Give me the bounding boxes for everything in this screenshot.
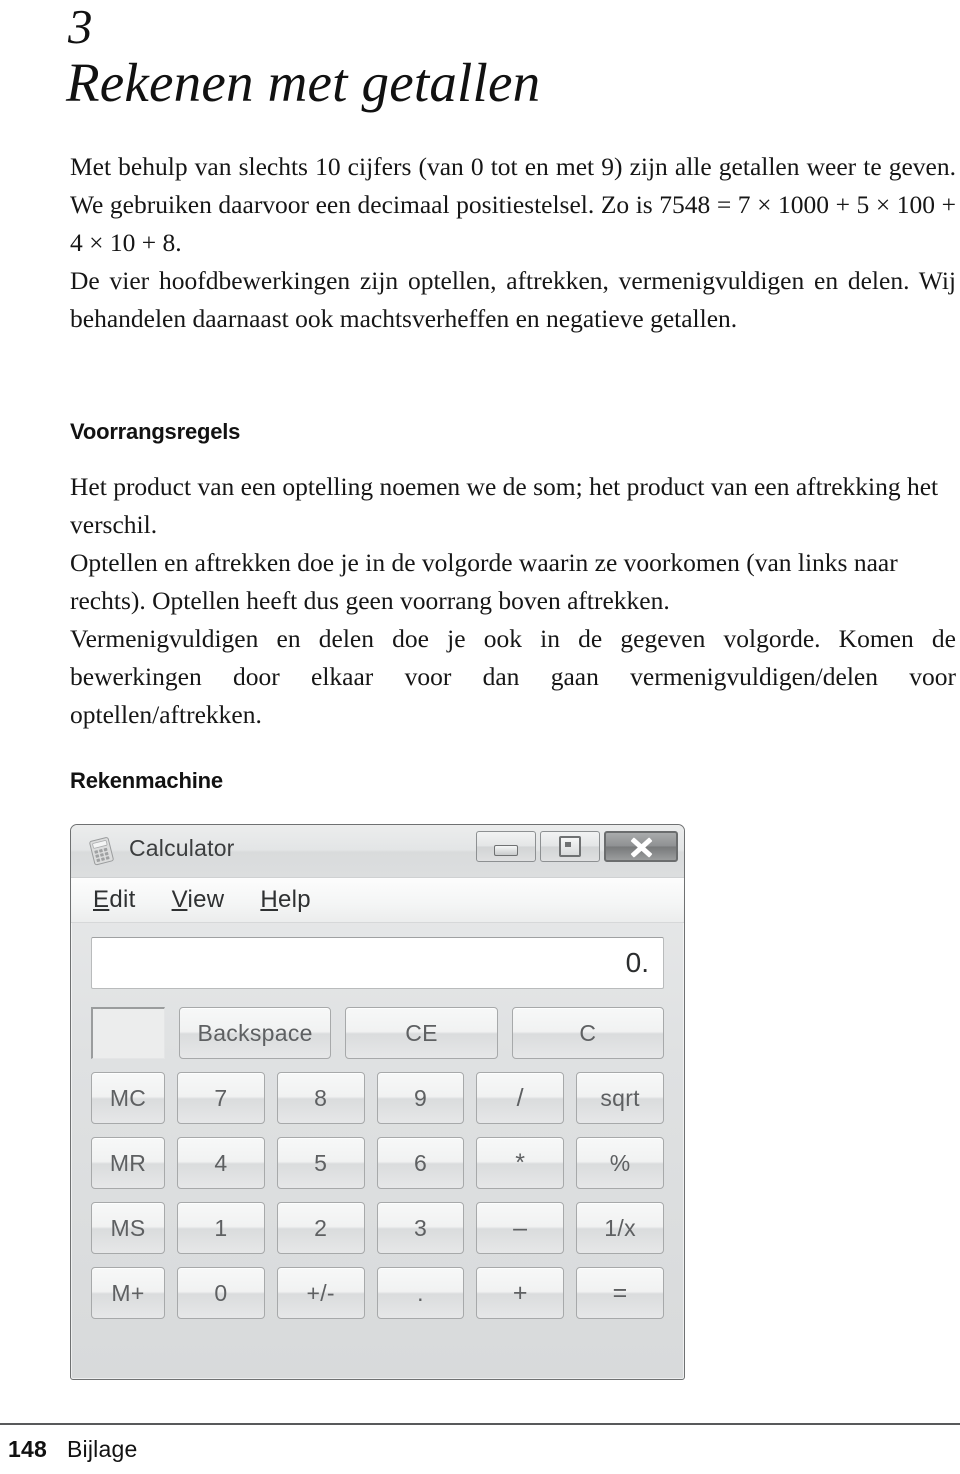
- voorrangsregels-heading: Voorrangsregels: [70, 419, 241, 444]
- calculator-icon: [87, 836, 117, 866]
- calculator-body: 0. Backspace CE C MC 7 8 9 / sqrt MR 4 5…: [71, 923, 684, 1337]
- calculator-row-4: M+ 0 +/- . + =: [91, 1267, 664, 1319]
- key-0[interactable]: 0: [177, 1267, 265, 1319]
- page-footer: 148 Bijlage: [8, 1436, 137, 1463]
- key-mr[interactable]: MR: [91, 1137, 165, 1189]
- key-multiply[interactable]: *: [476, 1137, 565, 1189]
- chapter-title: Rekenen met getallen: [66, 52, 541, 113]
- key-ms[interactable]: MS: [91, 1202, 165, 1254]
- key-plus[interactable]: +: [476, 1267, 565, 1319]
- key-6[interactable]: 6: [376, 1137, 465, 1189]
- calculator-row-2: MR 4 5 6 * %: [91, 1137, 664, 1189]
- page-number: 148: [8, 1436, 47, 1462]
- voorrangsregels-heading-block: Voorrangsregels: [70, 419, 956, 445]
- voorrangsregels-paragraph-2: Optellen en aftrekken doe je in de volgo…: [70, 548, 898, 615]
- menu-edit-accel: E: [93, 886, 110, 913]
- key-reciprocal[interactable]: 1/x: [576, 1202, 664, 1254]
- key-percent[interactable]: %: [576, 1137, 664, 1189]
- key-backspace[interactable]: Backspace: [179, 1007, 332, 1059]
- window-controls: [476, 831, 678, 862]
- footer-divider: [0, 1423, 960, 1425]
- key-5[interactable]: 5: [276, 1137, 365, 1189]
- minimize-icon: [494, 845, 518, 856]
- intro-block: Met behulp van slechts 10 cijfers (van 0…: [70, 148, 956, 338]
- minimize-button[interactable]: [476, 831, 536, 862]
- key-sign[interactable]: +/-: [276, 1267, 365, 1319]
- close-button[interactable]: [604, 831, 678, 862]
- voorrangsregels-paragraph-3: Vermenigvuldigen en delen doe je ook in …: [70, 624, 956, 729]
- maximize-button[interactable]: [540, 831, 600, 862]
- menu-help-accel: H: [260, 886, 278, 913]
- key-decimal[interactable]: .: [376, 1267, 465, 1319]
- key-8[interactable]: 8: [276, 1072, 365, 1124]
- key-m-plus[interactable]: M+: [91, 1267, 165, 1319]
- intro-paragraph-2: De vier hoofdbewerkingen zijn optellen, …: [70, 266, 956, 333]
- menu-item-help[interactable]: Help: [260, 886, 311, 914]
- key-ce[interactable]: CE: [345, 1007, 498, 1059]
- calculator-row-top: Backspace CE C: [91, 1007, 664, 1059]
- rekenmachine-heading-block: Rekenmachine: [70, 768, 956, 794]
- key-minus[interactable]: –: [476, 1202, 565, 1254]
- maximize-icon: [559, 836, 581, 857]
- menu-help-rest: elp: [278, 886, 311, 913]
- footer-section-label: Bijlage: [66, 1436, 138, 1462]
- key-3[interactable]: 3: [376, 1202, 465, 1254]
- calculator-menubar: Edit View Help: [71, 878, 684, 923]
- key-9[interactable]: 9: [376, 1072, 465, 1124]
- key-mc[interactable]: MC: [91, 1072, 165, 1124]
- memory-indicator: [91, 1007, 165, 1059]
- menu-item-view[interactable]: View: [172, 886, 225, 914]
- calculator-row-1: MC 7 8 9 / sqrt: [91, 1072, 664, 1124]
- key-2[interactable]: 2: [276, 1202, 365, 1254]
- calculator-titlebar: Calculator: [71, 825, 684, 878]
- key-equals[interactable]: =: [576, 1267, 664, 1319]
- menu-view-accel: V: [171, 886, 188, 913]
- key-divide[interactable]: /: [476, 1072, 565, 1124]
- menu-item-edit[interactable]: Edit: [93, 886, 136, 914]
- calculator-window: Calculator Edit View Help 0. Backspace C…: [70, 824, 685, 1380]
- close-icon: [628, 835, 654, 859]
- calculator-window-title: Calculator: [129, 835, 235, 861]
- chapter-number: 3: [68, 0, 93, 54]
- key-sqrt[interactable]: sqrt: [576, 1072, 664, 1124]
- voorrangsregels-block: Het product van een optelling noemen we …: [70, 468, 956, 734]
- menu-view-rest: iew: [187, 886, 225, 913]
- calculator-display: 0.: [91, 937, 664, 989]
- calculator-row-3: MS 1 2 3 – 1/x: [91, 1202, 664, 1254]
- key-4[interactable]: 4: [177, 1137, 265, 1189]
- menu-edit-rest: dit: [109, 886, 136, 913]
- intro-paragraph-1: Met behulp van slechts 10 cijfers (van 0…: [70, 152, 956, 257]
- key-c[interactable]: C: [511, 1007, 664, 1059]
- voorrangsregels-paragraph-1: Het product van een optelling noemen we …: [70, 472, 939, 539]
- document-page: 3 Rekenen met getallen Met behulp van sl…: [0, 0, 960, 1474]
- key-7[interactable]: 7: [177, 1072, 265, 1124]
- key-1[interactable]: 1: [177, 1202, 265, 1254]
- rekenmachine-heading: Rekenmachine: [70, 768, 223, 793]
